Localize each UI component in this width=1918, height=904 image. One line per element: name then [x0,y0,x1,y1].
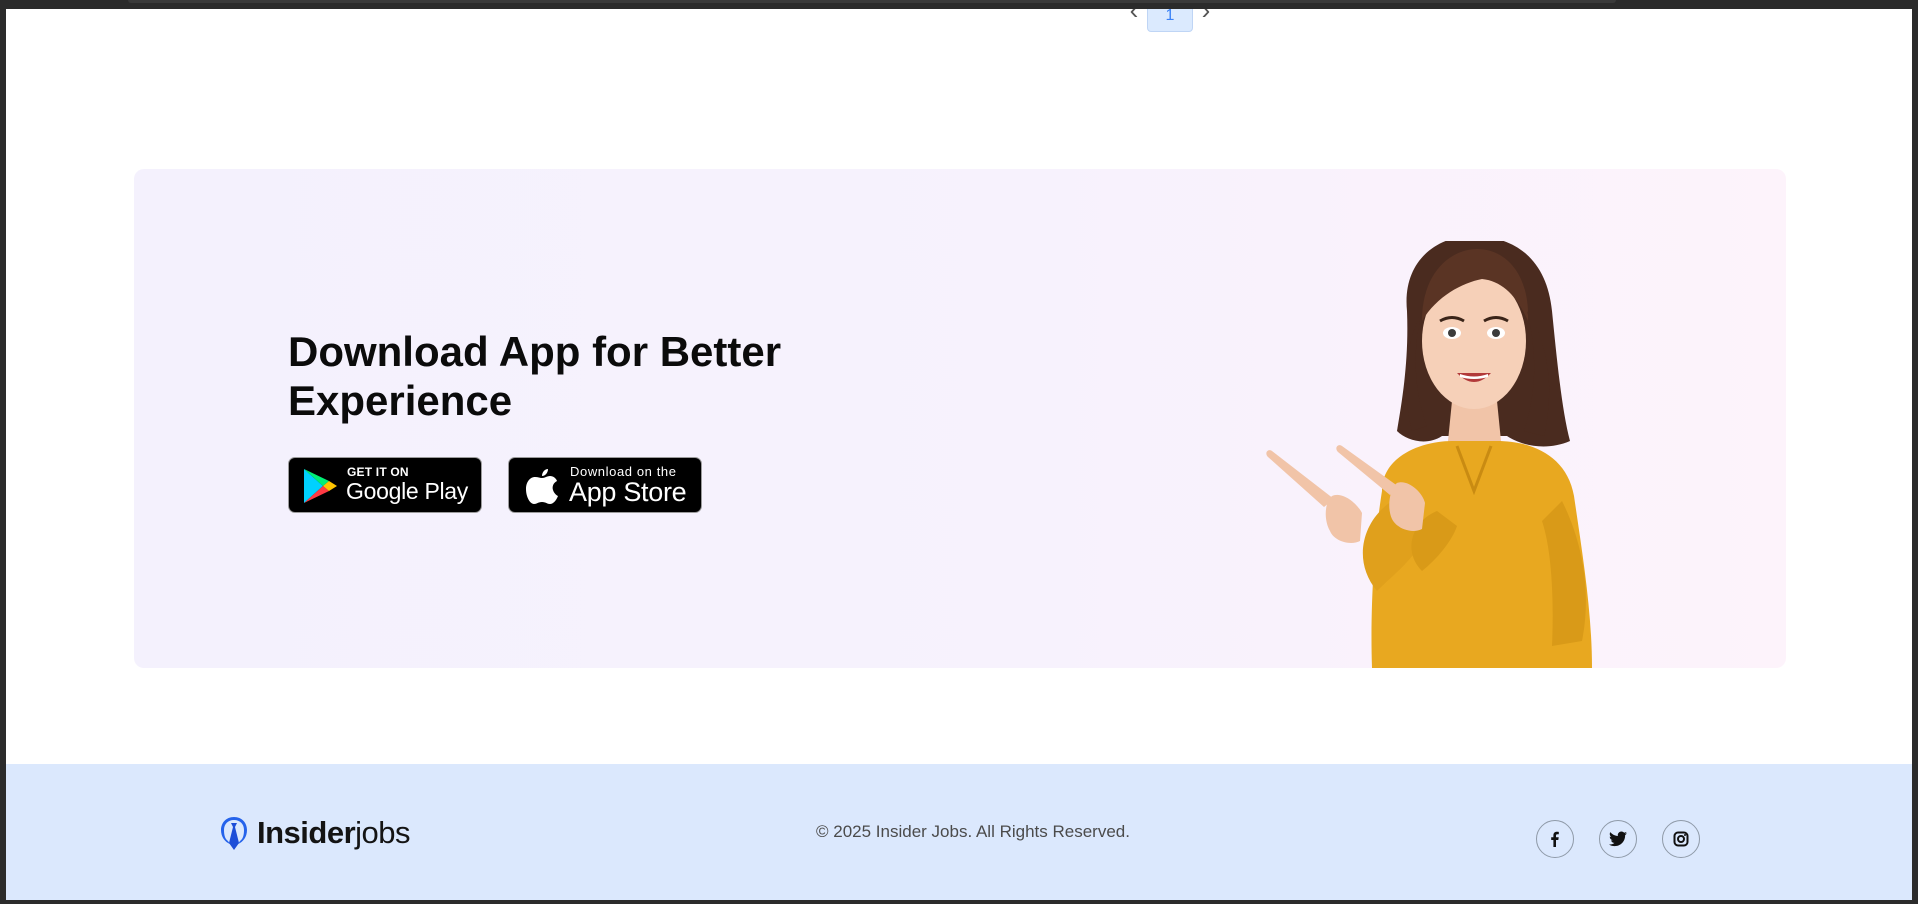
instagram-link[interactable] [1662,820,1700,858]
page-viewport: ‹ 1 › Download App for Better Experience… [6,9,1912,900]
facebook-link[interactable] [1536,820,1574,858]
page-button-1[interactable]: 1 [1147,9,1193,32]
app-store-big-text: App Store [569,477,687,507]
pagination: ‹ 1 › [1121,9,1219,34]
google-play-icon [304,469,337,503]
woman-pointing-illustration [1266,241,1592,668]
banner-title-line2: Experience [288,377,513,424]
app-store-button[interactable]: Download on the App Store [508,457,702,513]
apple-icon [526,469,558,504]
chevron-left-icon[interactable]: ‹ [1121,9,1147,23]
footer: Insider jobs © 2025 Insider Jobs. All Rig… [6,764,1912,900]
google-play-button[interactable]: GET IT ON Google Play [288,457,482,513]
facebook-icon [1551,831,1559,847]
chevron-right-icon[interactable]: › [1193,9,1219,23]
download-app-banner: Download App for Better Experience GET I… [134,169,1786,668]
browser-top-edge [128,0,1616,3]
twitter-link[interactable] [1599,820,1637,858]
twitter-icon [1609,831,1627,847]
instagram-icon [1673,831,1689,847]
google-play-big-text: Google Play [346,478,468,504]
banner-title: Download App for Better Experience [288,327,848,425]
banner-title-line1: Download App for Better [288,328,782,375]
google-play-small-text: GET IT ON [347,465,409,479]
